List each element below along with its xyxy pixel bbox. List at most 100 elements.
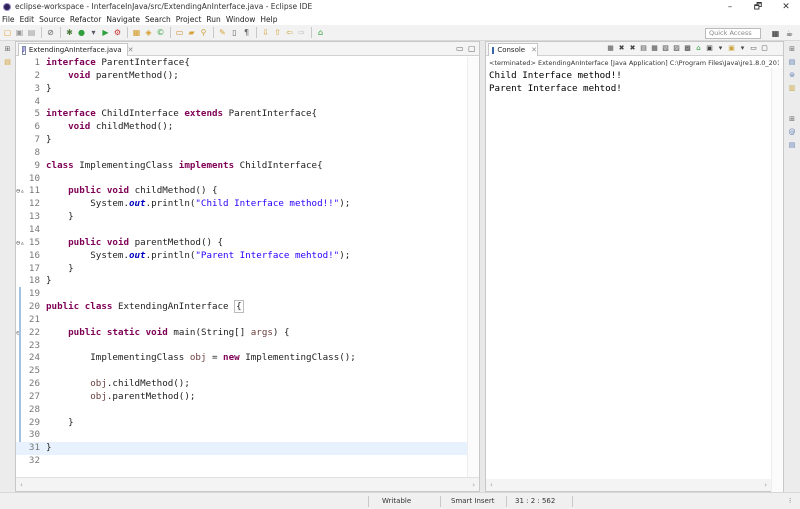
console-output[interactable]: Child Interface method!! Parent Interface… (489, 69, 622, 95)
run-icon[interactable]: ● (76, 27, 87, 38)
code-line[interactable]: 7} (16, 134, 479, 147)
status-menu-icon[interactable]: ⁝ (789, 497, 791, 505)
code-line[interactable]: ⊖▵ 11 public void childMethod() { (16, 185, 479, 198)
pin-console-icon[interactable]: ⌂ (694, 44, 703, 53)
display-console-icon[interactable]: ▣ (705, 44, 714, 53)
close-icon[interactable]: ✕ (128, 46, 134, 54)
code-editor[interactable]: 1 interface ParentInterface{2 void parent… (16, 57, 479, 477)
code-line[interactable]: 25 (16, 365, 479, 378)
search-icon[interactable]: ⚲ (198, 27, 209, 38)
new-console-icon[interactable]: ▾ (716, 44, 725, 53)
open-perspective-icon[interactable]: ▦ (770, 28, 781, 39)
menu-edit[interactable]: Edit (20, 15, 35, 24)
coverage-icon[interactable]: ▾ (88, 27, 99, 38)
new-package-icon[interactable]: ◈ (143, 27, 154, 38)
new-java-project-icon[interactable]: ▦ (131, 27, 142, 38)
code-line[interactable]: 4 (16, 96, 479, 109)
console-vertical-scrollbar[interactable] (771, 68, 783, 492)
menu-window[interactable]: Window (226, 15, 256, 24)
remove-all-terminated-icon[interactable]: ✖ (628, 44, 637, 53)
show-stderr-icon[interactable]: ▩ (683, 44, 692, 53)
forward-icon[interactable]: ⇨ (296, 27, 307, 38)
code-line[interactable]: 29 } (16, 417, 479, 430)
code-line[interactable]: 21 (16, 314, 479, 327)
outline-icon[interactable]: ⊜ (788, 71, 797, 80)
toggle-block-select-icon[interactable]: ▯ (229, 27, 240, 38)
java-perspective-icon[interactable]: ☕ (784, 28, 795, 39)
next-annotation-icon[interactable]: ⇩ (260, 27, 271, 38)
new-icon[interactable]: ▢ (2, 27, 13, 38)
terminate-icon[interactable]: ■ (606, 44, 615, 53)
skip-breakpoints-icon[interactable]: ⊘ (45, 27, 56, 38)
code-line[interactable]: 20 public class ExtendingAnInterface { (16, 300, 479, 314)
save-icon[interactable]: ▣ (14, 27, 25, 38)
minimize-button[interactable]: – (716, 2, 744, 12)
editor-vertical-scrollbar[interactable] (467, 57, 479, 478)
code-line[interactable]: 28 (16, 404, 479, 417)
code-line[interactable]: 31} (16, 442, 479, 456)
open-task-icon[interactable]: ▰ (186, 27, 197, 38)
console-horizontal-scrollbar[interactable]: ‹ › (486, 479, 771, 491)
close-button[interactable]: ✕ (772, 2, 800, 12)
maximize-icon[interactable]: ▢ (760, 44, 769, 53)
open-type-icon[interactable]: ▭ (174, 27, 185, 38)
new-class-icon[interactable]: © (155, 27, 166, 38)
maximize-icon[interactable]: ▢ (468, 44, 476, 53)
remove-launch-icon[interactable]: ✖ (617, 44, 626, 53)
menu-refactor[interactable]: Refactor (70, 15, 101, 24)
menu-search[interactable]: Search (145, 15, 171, 24)
code-line[interactable]: 17 } (16, 263, 479, 276)
code-line[interactable]: 13 } (16, 211, 479, 224)
code-line[interactable]: 24 ImplementingClass obj = new Implement… (16, 352, 479, 365)
show-stdout-icon[interactable]: ▨ (672, 44, 681, 53)
minimize-icon[interactable]: ▭ (456, 44, 464, 53)
scroll-left-icon[interactable]: ‹ (490, 481, 493, 489)
scroll-left-icon[interactable]: ‹ (20, 481, 23, 489)
declaration-icon[interactable]: ▤ (788, 141, 797, 150)
code-line[interactable]: 5 interface ChildInterface extends Parent… (16, 108, 479, 121)
code-line[interactable]: 16 System.out.println("Parent Interface … (16, 250, 479, 263)
open-console-icon[interactable]: ▣ (727, 44, 736, 53)
debug-icon[interactable]: ✱ (64, 27, 75, 38)
restore-icon[interactable]: ⊞ (788, 115, 797, 124)
code-line[interactable]: ⊖22 public static void main(String[] arg… (16, 327, 479, 340)
code-line[interactable]: 1 interface ParentInterface{ (16, 57, 479, 70)
code-line[interactable]: 23 (16, 340, 479, 353)
editor-tab[interactable]: J ExtendingAnInterface.java ✕ (18, 43, 134, 56)
code-line[interactable]: 14 (16, 224, 479, 237)
menu-run[interactable]: Run (206, 15, 220, 24)
restore-icon[interactable]: ⊞ (788, 45, 797, 54)
task-list-icon[interactable]: ▤ (788, 58, 797, 67)
problems-icon[interactable]: ▥ (788, 84, 797, 93)
scroll-right-icon[interactable]: › (472, 481, 475, 489)
code-line[interactable]: 19 (16, 288, 479, 301)
code-line[interactable]: 12 System.out.println("Child Interface m… (16, 198, 479, 211)
pin-editor-icon[interactable]: ⌂ (315, 27, 326, 38)
close-icon[interactable]: ✕ (531, 46, 537, 54)
toggle-mark-occurrences-icon[interactable]: ✎ (217, 27, 228, 38)
run-config-icon[interactable]: ▶ (100, 27, 111, 38)
code-line[interactable]: 10 (16, 173, 479, 186)
javadoc-icon[interactable]: @ (788, 128, 797, 137)
code-line[interactable]: 26 obj.childMethod(); (16, 378, 479, 391)
console-menu-icon[interactable]: ▾ (738, 44, 747, 53)
restore-icon[interactable]: ⊞ (3, 45, 12, 54)
code-line[interactable]: 2 void parentMethod(); (16, 70, 479, 83)
package-explorer-icon[interactable]: ▤ (3, 58, 12, 67)
clear-console-icon[interactable]: ▤ (639, 44, 648, 53)
code-line[interactable]: 8 (16, 147, 479, 160)
code-line[interactable]: 9 class ImplementingClass implements Chil… (16, 160, 479, 173)
save-all-icon[interactable]: ▤ (26, 27, 37, 38)
menu-help[interactable]: Help (260, 15, 277, 24)
quick-access-input[interactable]: Quick Access (705, 28, 761, 39)
code-line[interactable]: 18} (16, 275, 479, 288)
code-line[interactable]: 3} (16, 83, 479, 96)
code-line[interactable]: 32 (16, 455, 479, 468)
back-icon[interactable]: ⇦ (284, 27, 295, 38)
scroll-lock-icon[interactable]: ▦ (650, 44, 659, 53)
menu-source[interactable]: Source (39, 15, 65, 24)
external-tools-icon[interactable]: ⚙ (112, 27, 123, 38)
minimize-icon[interactable]: ▭ (749, 44, 758, 53)
code-line[interactable]: 27 obj.parentMethod(); (16, 391, 479, 404)
code-line[interactable]: 6 void childMethod(); (16, 121, 479, 134)
